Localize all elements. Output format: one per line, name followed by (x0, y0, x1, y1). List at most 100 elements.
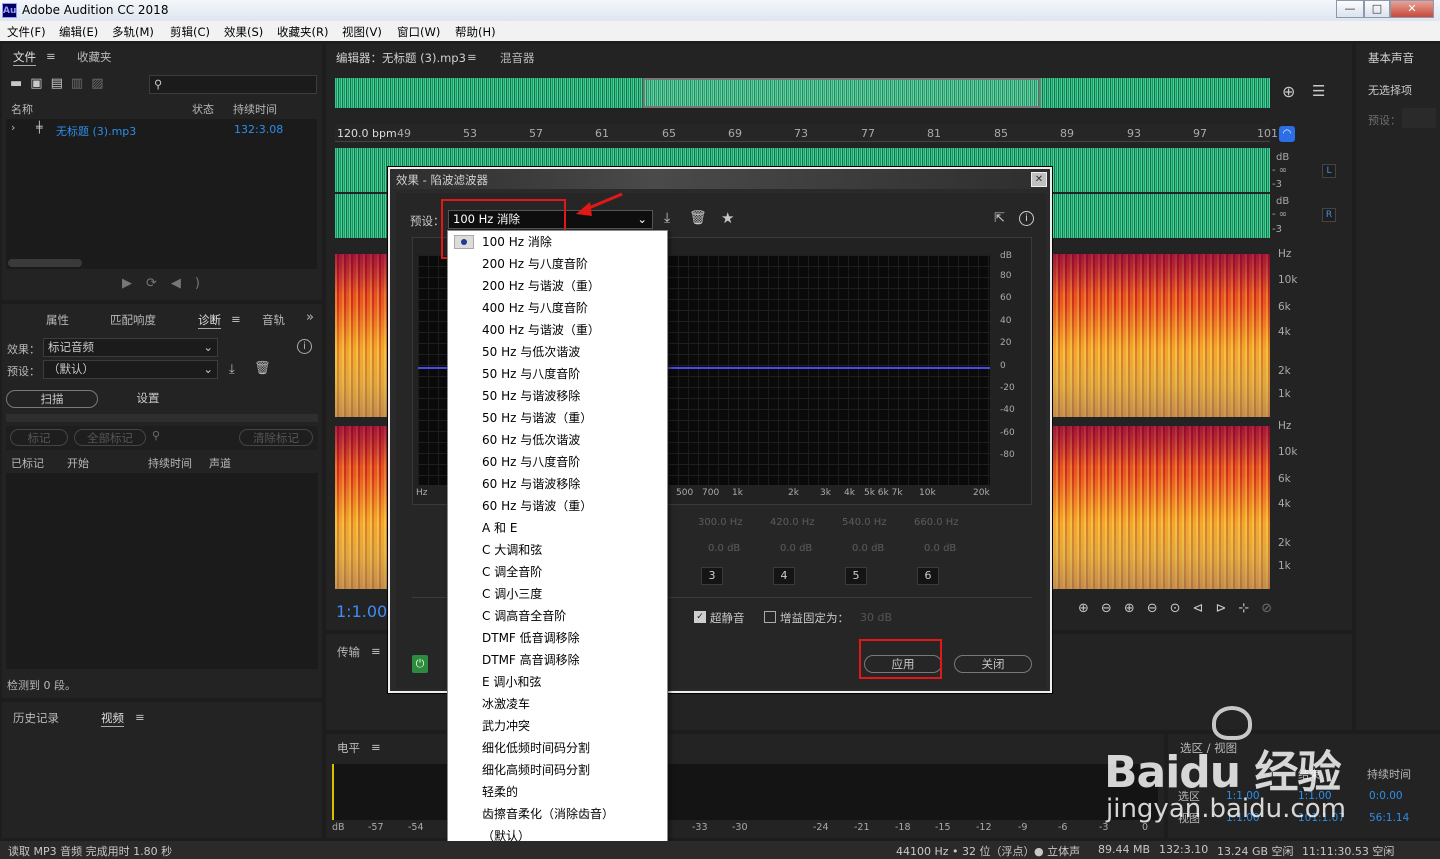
panel-menu-icon[interactable]: ≡ (46, 49, 56, 63)
overview-viewport[interactable] (643, 78, 1041, 108)
route-channels-icon[interactable]: ⇱ (994, 211, 1005, 226)
fixed-gain-value[interactable]: 30 dB (860, 611, 892, 624)
tab-diagnostics[interactable]: 诊断 (198, 312, 221, 329)
preset-select[interactable]: （默认） ⌄ (43, 360, 218, 379)
channel-right-toggle[interactable]: R (1322, 208, 1336, 222)
preset-option[interactable]: 200 Hz 与八度音阶 (448, 253, 667, 275)
panel-menu-icon[interactable]: ≡ (135, 710, 145, 724)
view-duration[interactable]: 56:1.14 (1369, 812, 1409, 824)
preset-option[interactable]: 50 Hz 与谐波移除 (448, 385, 667, 407)
effect-select[interactable]: 标记音频 ⌄ (43, 338, 218, 357)
essential-preset-select[interactable] (1402, 108, 1436, 128)
import-icon[interactable]: ▣ (30, 76, 50, 91)
preset-option[interactable]: 60 Hz 与低次谐波 (448, 429, 667, 451)
zoom-out-icon[interactable]: ⊖ (1147, 601, 1170, 616)
save-preset-icon[interactable]: ⤓ (664, 210, 670, 226)
menu-help[interactable]: 帮助(H) (455, 24, 496, 40)
overview-waveform[interactable] (335, 78, 1270, 108)
band-3-gain[interactable]: 0.0 dB (708, 543, 740, 554)
menu-file[interactable]: 文件(F) (7, 24, 46, 40)
minimize-button[interactable]: — (1336, 0, 1364, 18)
delete-icon[interactable]: ▨ (91, 76, 111, 91)
mixer-tab[interactable]: 混音器 (500, 50, 535, 66)
preset-option[interactable]: 400 Hz 与八度音阶 (448, 297, 667, 319)
preset-option[interactable]: 400 Hz 与谐波（重） (448, 319, 667, 341)
preset-option[interactable]: A 和 E (448, 517, 667, 539)
zoom-reset-icon[interactable]: ⊘ (1261, 601, 1284, 616)
preset-option[interactable]: 齿擦音柔化（消除齿音） (448, 803, 667, 825)
menu-view[interactable]: 视图(V) (342, 24, 382, 40)
tab-files[interactable]: 文件 (13, 49, 36, 66)
open-folder-icon[interactable]: ▬ (10, 76, 30, 91)
menu-effects[interactable]: 效果(S) (224, 24, 263, 40)
mark-all-button[interactable]: 全部标记 (74, 429, 146, 446)
effect-power-toggle-icon[interactable]: ⏻ (412, 655, 428, 673)
fixed-gain-checkbox[interactable] (764, 611, 776, 623)
tab-history[interactable]: 历史记录 (13, 710, 59, 726)
preset-option[interactable]: C 调全音阶 (448, 561, 667, 583)
ultra-quiet-checkbox[interactable]: ✓ (694, 611, 706, 623)
headphones-icon[interactable]: ◠ (1279, 126, 1295, 142)
band-4-toggle[interactable]: 4 (773, 567, 795, 585)
preset-option[interactable]: 50 Hz 与八度音阶 (448, 363, 667, 385)
column-start[interactable]: 开始 (67, 455, 89, 471)
preset-option[interactable]: 60 Hz 与八度音阶 (448, 451, 667, 473)
preset-option[interactable]: 细化低频时间码分割 (448, 737, 667, 759)
column-channel[interactable]: 声道 (209, 455, 231, 471)
scan-button[interactable]: 扫描 (6, 390, 98, 408)
tab-match-loudness[interactable]: 匹配响度 (110, 312, 156, 328)
info-icon[interactable]: i (1019, 211, 1034, 226)
file-list-item[interactable]: › ╪ 无标题 (3).mp3 132:3.08 (6, 121, 317, 138)
zoom-in-amplitude-icon[interactable]: ⊕ (1078, 601, 1101, 616)
selection-duration[interactable]: 0:0.00 (1369, 790, 1403, 802)
dialog-close-icon[interactable]: ✕ (1031, 172, 1047, 187)
preset-option[interactable]: 60 Hz 与谐波（重） (448, 495, 667, 517)
close-button[interactable]: 关闭 (954, 655, 1032, 673)
close-window-button[interactable]: ✕ (1390, 0, 1434, 18)
preset-option[interactable]: E 调小和弦 (448, 671, 667, 693)
preset-option-selected[interactable]: 100 Hz 消除 (448, 231, 667, 253)
files-search-input[interactable]: ⚲ (149, 75, 317, 94)
column-name[interactable]: 名称 (11, 101, 33, 117)
preset-option[interactable]: 60 Hz 与谐波移除 (448, 473, 667, 495)
zoom-icon[interactable]: ⚲ (152, 429, 160, 442)
tab-favorites[interactable]: 收藏夹 (77, 49, 112, 65)
preset-option[interactable]: C 大调和弦 (448, 539, 667, 561)
band-5-freq[interactable]: 540.0 Hz (842, 517, 887, 528)
zoom-out-amplitude-icon[interactable]: ⊖ (1101, 601, 1124, 616)
time-ruler[interactable]: 120.0 bpm 49 53 57 61 65 69 73 77 81 85 … (335, 124, 1278, 142)
band-5-toggle[interactable]: 5 (845, 567, 867, 585)
horizontal-scrollbar[interactable] (8, 259, 82, 267)
view-start[interactable]: 1:1.00 (1226, 812, 1260, 824)
preset-option[interactable]: 细化高频时间码分割 (448, 759, 667, 781)
view-end[interactable]: 101:1.07 (1298, 812, 1345, 824)
band-5-gain[interactable]: 0.0 dB (852, 543, 884, 554)
panel-menu-icon[interactable]: ≡ (467, 50, 477, 64)
settings-button[interactable]: 设置 (102, 390, 194, 408)
zoom-in-right-icon[interactable]: ⊳ (1215, 601, 1238, 616)
clear-marks-button[interactable]: 清除标记 (239, 429, 313, 446)
zoom-in-left-icon[interactable]: ⊲ (1193, 601, 1216, 616)
delete-preset-icon[interactable]: 🗑 (254, 361, 271, 376)
collapse-bar[interactable] (6, 414, 318, 422)
band-4-gain[interactable]: 0.0 dB (780, 543, 812, 554)
zoom-to-selection-icon[interactable]: ⊕ (1282, 82, 1295, 101)
preset-option[interactable]: DTMF 高音调移除 (448, 649, 667, 671)
channel-left-toggle[interactable]: L (1322, 164, 1336, 178)
loop-icon[interactable]: ⟳ (146, 276, 171, 291)
band-3-freq[interactable]: 300.0 Hz (698, 517, 743, 528)
preset-option[interactable]: 50 Hz 与谐波（重） (448, 407, 667, 429)
list-view-icon[interactable]: ☰ (1312, 82, 1325, 100)
tab-properties[interactable]: 属性 (46, 312, 69, 328)
column-marked[interactable]: 已标记 (11, 455, 44, 471)
delete-preset-icon[interactable]: 🗑 (689, 210, 707, 226)
selection-end[interactable]: 1:1.00 (1298, 790, 1332, 802)
preset-option[interactable]: 50 Hz 与低次谐波 (448, 341, 667, 363)
panel-menu-icon[interactable]: ≡ (371, 740, 381, 754)
maximize-button[interactable]: □ (1364, 0, 1390, 18)
play-icon[interactable]: ▶ (122, 276, 146, 291)
save-preset-icon[interactable]: ⤓ (229, 362, 235, 377)
band-4-freq[interactable]: 420.0 Hz (770, 517, 815, 528)
column-duration[interactable]: 持续时间 (233, 101, 277, 117)
menu-multitrack[interactable]: 多轨(M) (112, 24, 154, 40)
